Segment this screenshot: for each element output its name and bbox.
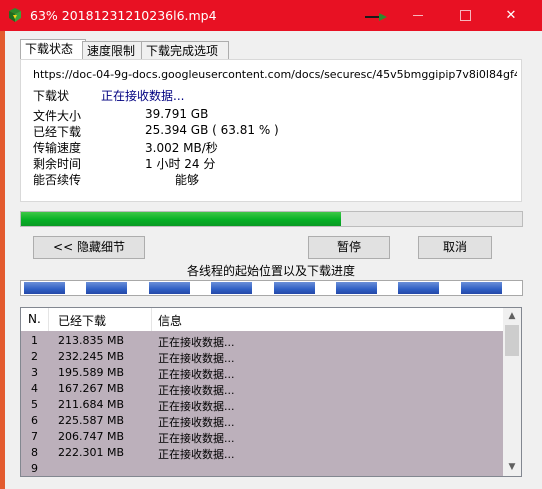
- scrollbar-thumb[interactable]: [505, 325, 519, 356]
- thread-segment: [273, 282, 315, 294]
- info-label: 剩余时间: [33, 157, 82, 171]
- thread-downloaded: 211.684 MB: [58, 398, 125, 411]
- list-scrollbar[interactable]: ▲ ▼: [503, 308, 521, 476]
- thread-segment: [398, 282, 440, 294]
- arrow-right-icon: [365, 13, 387, 21]
- column-header-number[interactable]: N.: [28, 312, 41, 326]
- speed-row: 传输速度 3.002 MB/秒: [33, 139, 433, 155]
- table-row[interactable]: 3 195.589 MB 正在接收数据...: [21, 365, 503, 382]
- title-bar: 63% 20181231210236l6.mp4 ✕: [0, 0, 542, 31]
- status-panel: https://doc-04-9g-docs.googleusercontent…: [20, 59, 522, 202]
- download-url: https://doc-04-9g-docs.googleusercontent…: [33, 68, 517, 81]
- thread-info: 正在接收数据...: [158, 368, 235, 381]
- table-row[interactable]: 5 211.684 MB 正在接收数据...: [21, 397, 503, 414]
- threads-caption: 各线程的起始位置以及下载进度: [186, 264, 355, 278]
- table-row[interactable]: 4 167.267 MB 正在接收数据...: [21, 381, 503, 398]
- tab-download-status[interactable]: 下载状态: [20, 39, 86, 60]
- tab-speed-limit[interactable]: 速度限制: [82, 41, 146, 60]
- table-row[interactable]: 1 213.835 MB 正在接收数据...: [21, 333, 503, 350]
- thread-list[interactable]: N. 已经下载 信息 1 213.835 MB 正在接收数据... 2 232.245 …: [20, 307, 522, 477]
- thread-number: 2: [31, 350, 38, 363]
- thread-number: 1: [31, 334, 38, 347]
- thread-segment: [211, 282, 253, 294]
- thread-segment: [148, 282, 190, 294]
- column-divider[interactable]: [48, 308, 49, 331]
- tab-completion-options[interactable]: 下载完成选项: [141, 41, 229, 60]
- thread-number: 6: [31, 414, 38, 427]
- cancel-button[interactable]: 取消: [418, 236, 492, 259]
- thread-info: 正在接收数据...: [158, 352, 235, 365]
- thread-number: 3: [31, 366, 38, 379]
- thread-segment: [335, 282, 377, 294]
- resume-row: 能否续传 能够: [33, 171, 433, 187]
- file-size-row: 文件大小 39.791 GB: [33, 107, 433, 123]
- column-header-info[interactable]: 信息: [158, 312, 182, 329]
- minimize-icon: [413, 15, 423, 16]
- table-row[interactable]: 9: [21, 461, 503, 476]
- progress-fill: [21, 212, 341, 226]
- table-row[interactable]: 6 225.587 MB 正在接收数据...: [21, 413, 503, 430]
- downloaded-value: 25.394 GB ( 63.81 % ): [145, 123, 279, 137]
- thread-downloaded: 213.835 MB: [58, 334, 125, 347]
- info-label: 传输速度: [33, 141, 82, 155]
- thread-number: 8: [31, 446, 38, 459]
- minimize-button[interactable]: [396, 0, 442, 31]
- list-header: N. 已经下载 信息: [21, 308, 503, 332]
- thread-segment: [24, 282, 65, 294]
- maximize-icon: [460, 10, 471, 21]
- thread-info: 正在接收数据...: [158, 448, 235, 461]
- table-row[interactable]: 2 232.245 MB 正在接收数据...: [21, 349, 503, 366]
- tab-label: 下载完成选项: [146, 44, 219, 58]
- thread-number: 5: [31, 398, 38, 411]
- file-size-value: 39.791 GB: [145, 107, 209, 121]
- thread-segment: [86, 282, 128, 294]
- status-value: 正在接收数据...: [101, 89, 185, 103]
- scroll-up-icon[interactable]: ▲: [503, 308, 521, 325]
- hide-details-button[interactable]: << 隐藏细节: [33, 236, 145, 259]
- thread-downloaded: 167.267 MB: [58, 382, 125, 395]
- thread-number: 7: [31, 430, 38, 443]
- thread-number: 4: [31, 382, 38, 395]
- info-label: 文件大小: [33, 109, 82, 123]
- thread-info: 正在接收数据...: [158, 400, 235, 413]
- thread-downloaded: 225.587 MB: [58, 414, 125, 427]
- thread-info: 正在接收数据...: [158, 384, 235, 397]
- thread-downloaded: 195.589 MB: [58, 366, 125, 379]
- window-title: 63% 20181231210236l6.mp4: [30, 8, 217, 23]
- status-label: 下载状: [33, 89, 70, 103]
- resume-value: 能够: [175, 173, 200, 187]
- pause-button[interactable]: 暂停: [308, 236, 390, 259]
- time-left-value: 1 小时 24 分: [145, 157, 216, 171]
- info-label: 已经下载: [33, 125, 82, 139]
- thread-downloaded: 206.747 MB: [58, 430, 125, 443]
- table-row[interactable]: 7 206.747 MB 正在接收数据...: [21, 429, 503, 446]
- thread-downloaded: 222.301 MB: [58, 446, 125, 459]
- thread-info: 正在接收数据...: [158, 416, 235, 429]
- thread-downloaded: 232.245 MB: [58, 350, 125, 363]
- info-label: 能否续传: [33, 173, 82, 187]
- column-header-downloaded[interactable]: 已经下载: [58, 312, 106, 329]
- background-strip: [0, 31, 5, 489]
- thread-number: 9: [31, 462, 38, 475]
- thread-info: 正在接收数据...: [158, 432, 235, 445]
- thread-progress-bar: [20, 280, 523, 296]
- close-icon: ✕: [505, 8, 517, 23]
- thread-info: 正在接收数据...: [158, 336, 235, 349]
- time-left-row: 剩余时间 1 小时 24 分: [33, 155, 433, 171]
- tab-label: 速度限制: [87, 44, 136, 58]
- close-button[interactable]: ✕: [488, 0, 534, 31]
- column-divider[interactable]: [151, 308, 152, 331]
- maximize-button[interactable]: [442, 0, 488, 31]
- app-icon: [9, 8, 21, 22]
- download-progress-bar: [20, 211, 523, 227]
- speed-value: 3.002 MB/秒: [145, 141, 218, 155]
- table-row[interactable]: 8 222.301 MB 正在接收数据...: [21, 445, 503, 462]
- tab-label: 下载状态: [25, 42, 74, 56]
- downloaded-row: 已经下载 25.394 GB ( 63.81 % ): [33, 123, 433, 139]
- thread-segment: [460, 282, 502, 294]
- scroll-down-icon[interactable]: ▼: [503, 459, 521, 476]
- list-body: 1 213.835 MB 正在接收数据... 2 232.245 MB 正在接收数据...…: [21, 331, 503, 476]
